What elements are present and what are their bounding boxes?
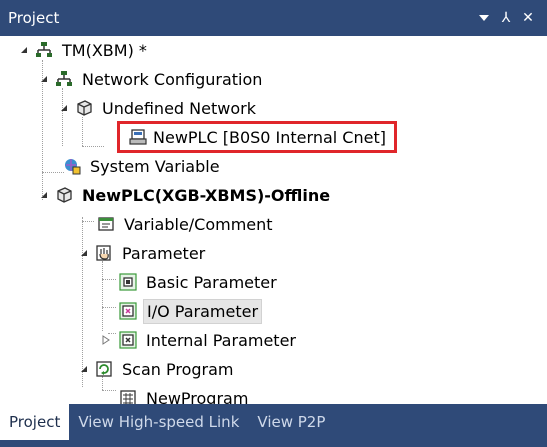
tab-view-p2p[interactable]: View P2P — [248, 404, 334, 440]
tab-view-high-speed-link[interactable]: View High-speed Link — [69, 404, 248, 440]
collapse-arrow-icon[interactable] — [38, 73, 50, 85]
tree-node-plc-network[interactable]: NewPLC [B0S0 Internal Cnet] — [0, 121, 397, 153]
parameter-hand-icon — [94, 243, 114, 263]
tree-label-plc-project: NewPLC(XGB-XBMS)-Offline — [82, 185, 331, 205]
tree-node-io-parameter[interactable]: I/O Parameter — [0, 297, 263, 325]
collapse-arrow-icon[interactable] — [38, 189, 50, 201]
tree-label-plc-network: NewPLC [B0S0 Internal Cnet] — [153, 127, 386, 147]
collapse-arrow-icon[interactable] — [18, 44, 30, 56]
tree-label-variable-comment: Variable/Comment — [124, 214, 273, 234]
tree-label-network-configuration: Network Configuration — [82, 69, 263, 89]
collapse-arrow-icon[interactable] — [58, 102, 70, 114]
network-tree-icon — [34, 40, 54, 60]
collapse-arrow-icon[interactable] — [78, 247, 90, 259]
tree-node-network-configuration[interactable]: Network Configuration — [0, 65, 265, 93]
tree-label-root: TM(XBM) * — [62, 40, 147, 60]
plc-device-icon — [128, 127, 148, 147]
variable-comment-icon — [96, 214, 116, 234]
scan-program-icon — [94, 359, 114, 379]
tree-label-parameter: Parameter — [122, 243, 206, 263]
tree-node-scan-program[interactable]: Scan Program — [0, 355, 237, 383]
tree-label-basic-parameter: Basic Parameter — [146, 272, 277, 292]
tree-node-basic-parameter[interactable]: Basic Parameter — [0, 268, 280, 296]
tree-node-undefined-network[interactable]: Undefined Network — [0, 94, 259, 122]
tree-node-system-variable[interactable]: System Variable — [0, 152, 223, 180]
tree-label-scan-program: Scan Program — [122, 359, 234, 379]
tree-label-system-variable: System Variable — [90, 156, 220, 176]
tree-label-io-parameter: I/O Parameter — [143, 298, 263, 324]
bottom-tab-bar: Project View High-speed Link View P2P — [0, 404, 547, 447]
tree-node-root[interactable]: TM(XBM) * — [0, 36, 150, 64]
close-icon[interactable]: ✕ — [517, 10, 539, 26]
network-config-icon — [54, 69, 74, 89]
basic-parameter-icon — [118, 272, 138, 292]
tree-node-plc-project[interactable]: NewPLC(XGB-XBMS)-Offline — [0, 181, 333, 209]
tree-node-parameter[interactable]: Parameter — [0, 239, 208, 267]
tree-node-variable-comment[interactable]: Variable/Comment — [0, 210, 276, 238]
expand-arrow-icon[interactable] — [100, 334, 112, 346]
tree-label-undefined-network: Undefined Network — [102, 98, 256, 118]
panel-titlebar: Project ⅄ ✕ — [0, 0, 547, 36]
project-tree: TM(XBM) * Network Configuration Undefine… — [0, 36, 547, 408]
highlight-box: NewPLC [B0S0 Internal Cnet] — [117, 121, 397, 153]
chevron-down-icon[interactable] — [473, 14, 495, 22]
pin-icon[interactable]: ⅄ — [495, 10, 517, 26]
tree-label-internal-parameter: Internal Parameter — [146, 330, 296, 350]
panel-title: Project — [8, 9, 60, 27]
network-cube-icon — [74, 98, 94, 118]
internal-parameter-icon — [118, 330, 138, 350]
plc-cube-icon — [54, 185, 74, 205]
system-variable-icon — [62, 156, 82, 176]
tree-node-internal-parameter[interactable]: Internal Parameter — [0, 326, 299, 354]
io-parameter-icon — [118, 301, 138, 321]
tab-project[interactable]: Project — [0, 404, 70, 440]
collapse-arrow-icon[interactable] — [78, 363, 90, 375]
